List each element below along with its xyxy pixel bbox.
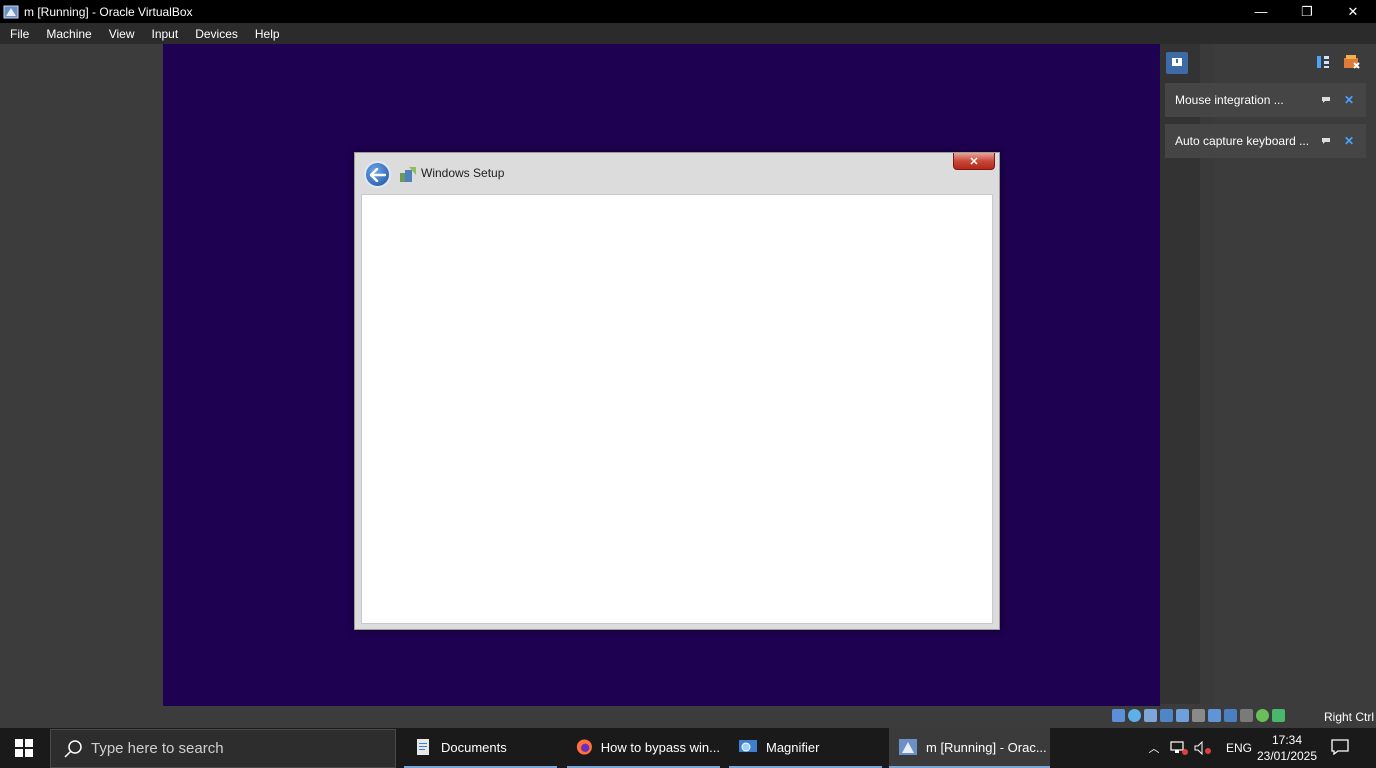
network-icon[interactable]: [1160, 709, 1173, 722]
shared-folders-icon[interactable]: [1192, 709, 1205, 722]
optical-drive-icon[interactable]: [1128, 709, 1141, 722]
display-icon[interactable]: [1208, 709, 1221, 722]
minimize-button[interactable]: —: [1238, 0, 1284, 23]
audio-icon[interactable]: [1144, 709, 1157, 722]
taskbar-item-label: m [Running] - Orac...: [926, 739, 1047, 755]
sort-notifications-icon[interactable]: [1315, 54, 1331, 70]
network-tray-icon[interactable]: [1170, 741, 1188, 755]
system-tray: ︿ ENG: [1146, 728, 1252, 768]
vm-status-bar: Right Ctrl: [0, 706, 1376, 728]
menu-help[interactable]: Help: [245, 27, 287, 41]
menu-file[interactable]: File: [0, 27, 36, 41]
notification-auto-capture-keyboard[interactable]: Auto capture keyboard ... ✕: [1165, 124, 1366, 158]
volume-muted-icon[interactable]: [1194, 741, 1212, 755]
pin-icon[interactable]: [1320, 135, 1332, 147]
pin-icon[interactable]: [1320, 94, 1332, 106]
virtualbox-icon: [3, 5, 19, 18]
window-title: m [Running] - Oracle VirtualBox: [24, 4, 193, 19]
video-capture-icon[interactable]: [1224, 709, 1237, 722]
taskbar-item-label: How to bypass win...: [600, 739, 720, 755]
maximize-button[interactable]: ❐: [1284, 0, 1330, 23]
menu-devices[interactable]: Devices: [185, 27, 245, 41]
menu-machine[interactable]: Machine: [36, 27, 98, 41]
windows-setup-dialog: ✕ Windows Setup: [354, 152, 1000, 630]
language-indicator[interactable]: ENG: [1226, 741, 1252, 755]
left-padding: [0, 44, 163, 706]
taskbar-item-label: Magnifier: [766, 739, 820, 755]
mouse-integration-icon[interactable]: [1272, 709, 1285, 722]
dialog-title: Windows Setup: [421, 166, 505, 180]
arrow-left-icon: [369, 167, 386, 182]
notification-text: Mouse integration ...: [1175, 93, 1284, 107]
taskbar-item-magnifier[interactable]: Magnifier: [729, 728, 882, 768]
menu-input[interactable]: Input: [142, 27, 186, 41]
menu-view[interactable]: View: [99, 27, 142, 41]
menu-bar: File Machine View Input Devices Help: [0, 23, 1376, 44]
hard-disk-icon[interactable]: [1112, 709, 1125, 722]
taskbar-item-label: Documents: [441, 739, 507, 755]
notification-mouse-integration[interactable]: Mouse integration ... ✕: [1165, 83, 1366, 117]
clock-time: 17:34: [1271, 733, 1303, 747]
taskbar-item-documents[interactable]: Documents: [404, 728, 557, 768]
dismiss-notification-button[interactable]: ✕: [1344, 93, 1354, 107]
start-button[interactable]: [0, 728, 48, 768]
dismiss-notification-button[interactable]: ✕: [1344, 134, 1354, 148]
firefox-icon: [576, 739, 592, 755]
clear-notifications-icon[interactable]: [1343, 54, 1361, 70]
virtualbox-icon: [899, 739, 917, 755]
magnifier-icon: [739, 740, 757, 752]
host-key-label[interactable]: Right Ctrl: [1324, 710, 1374, 724]
taskbar: Type here to search Documents How to byp…: [0, 728, 1376, 768]
search-icon: [64, 739, 82, 758]
clock-date: 23/01/2025: [1256, 749, 1318, 763]
dialog-content-area: [361, 194, 993, 624]
taskbar-item-firefox[interactable]: How to bypass win...: [567, 728, 720, 768]
documents-icon: [417, 739, 429, 755]
window-titlebar: m [Running] - Oracle VirtualBox — ❐ ✕: [0, 0, 1376, 23]
windows-setup-icon: [400, 167, 416, 182]
info-icon: [1172, 58, 1182, 66]
search-placeholder: Type here to search: [91, 740, 224, 757]
close-button[interactable]: ✕: [1330, 0, 1376, 23]
chevron-up-icon[interactable]: ︿: [1146, 740, 1162, 756]
notification-text: Auto capture keyboard ...: [1175, 134, 1310, 148]
windows-logo-icon: [15, 739, 33, 757]
notification-center-button[interactable]: [1166, 52, 1188, 74]
action-center-icon[interactable]: [1330, 738, 1350, 756]
taskbar-search-box[interactable]: Type here to search: [50, 729, 396, 768]
virtualization-icon[interactable]: [1256, 709, 1269, 722]
back-button[interactable]: [364, 161, 391, 188]
dialog-close-button[interactable]: ✕: [953, 153, 995, 170]
taskbar-item-virtualbox[interactable]: m [Running] - Orac...: [889, 728, 1050, 768]
cpu-icon[interactable]: [1240, 709, 1253, 722]
taskbar-clock[interactable]: 17:34 23/01/2025: [1254, 732, 1320, 764]
usb-icon[interactable]: [1176, 709, 1189, 722]
